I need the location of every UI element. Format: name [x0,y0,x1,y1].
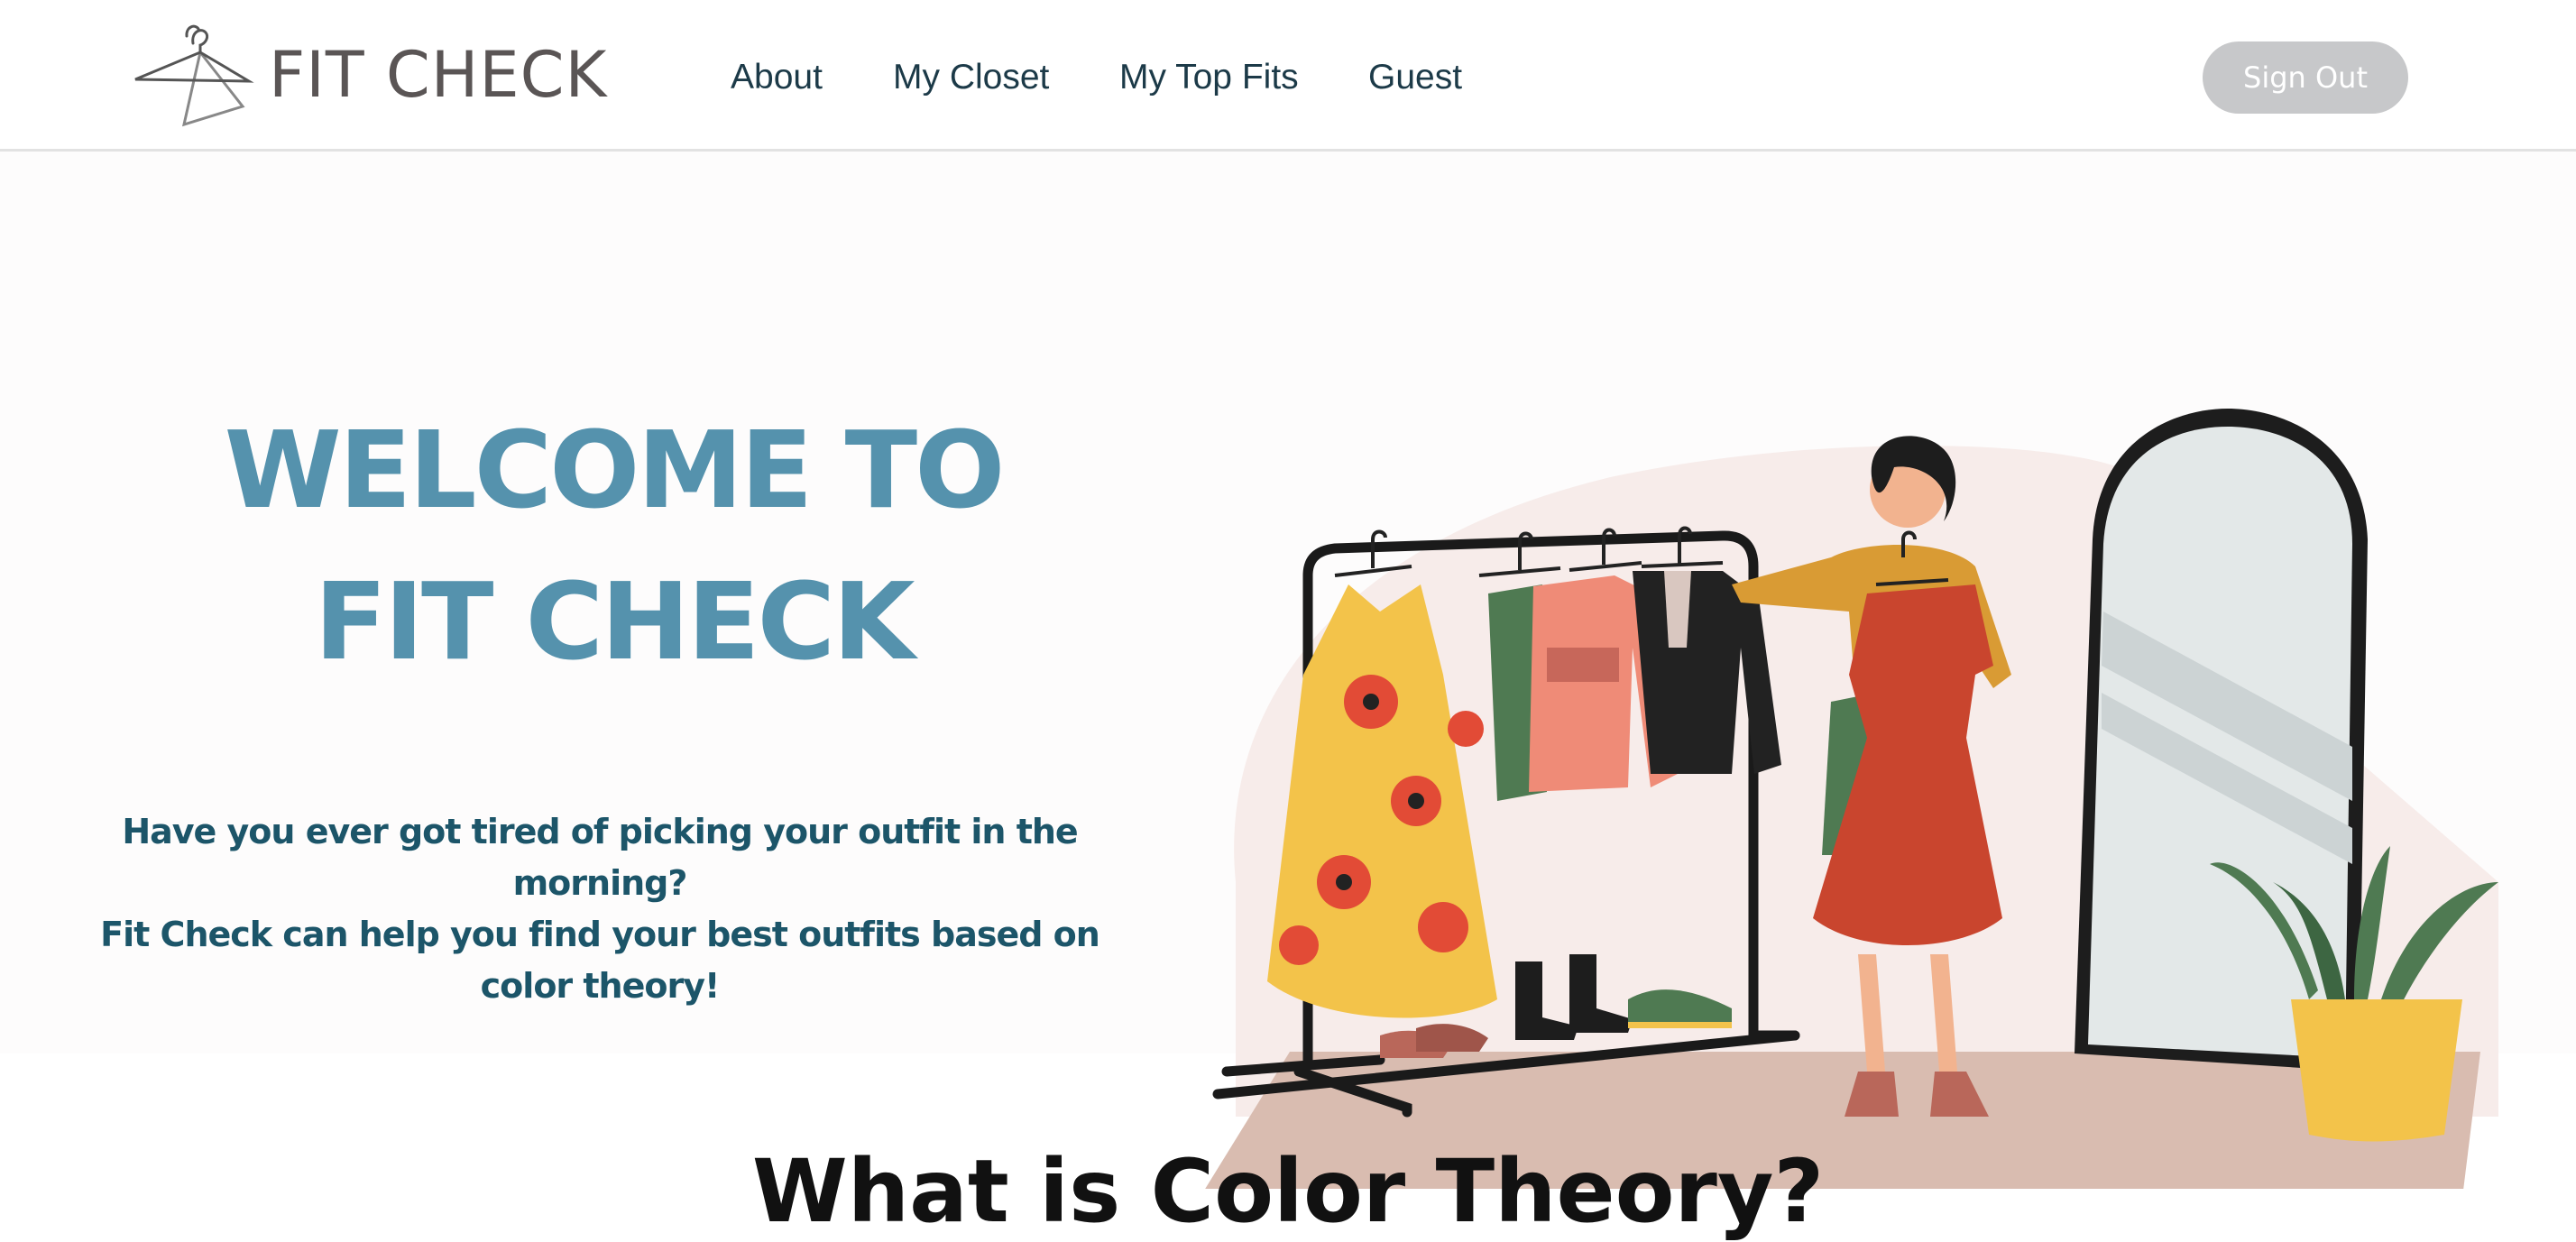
closet-illustration [1200,409,2498,1198]
nav-link-guest[interactable]: Guest [1368,51,1462,105]
sign-out-button[interactable]: Sign Out [2203,41,2408,114]
hero-subtitle-line: Fit Check can help you find your best ou… [100,915,1100,954]
nav-link-my-top-fits[interactable]: My Top Fits [1119,51,1299,105]
nav-link-my-closet[interactable]: My Closet [893,51,1049,105]
hero-subtitle-line: Have you ever got tired of picking your … [122,812,1078,851]
hero-title-line1: WELCOME TO [224,408,1006,532]
hero-section: WELCOME TO FIT CHECK Have you ever got t… [0,152,2576,1198]
brand-logo[interactable]: FIT CHECK [130,16,607,133]
hero-illustration [1109,377,2516,1198]
top-navbar: FIT CHECK About My Closet My Top Fits Gu… [0,0,2576,152]
hero-subtitle-line: morning? [512,863,688,903]
hero-title-line2: FIT CHECK [314,559,915,684]
hanger-icon [134,24,254,127]
hero-subtitle-line: color theory! [480,966,721,1006]
brand-name: FIT CHECK [269,38,608,112]
hero-subtitle: Have you ever got tired of picking your … [90,806,1109,1012]
section-heading: What is Color Theory? [751,1141,1825,1242]
nav-link-about[interactable]: About [731,51,823,105]
